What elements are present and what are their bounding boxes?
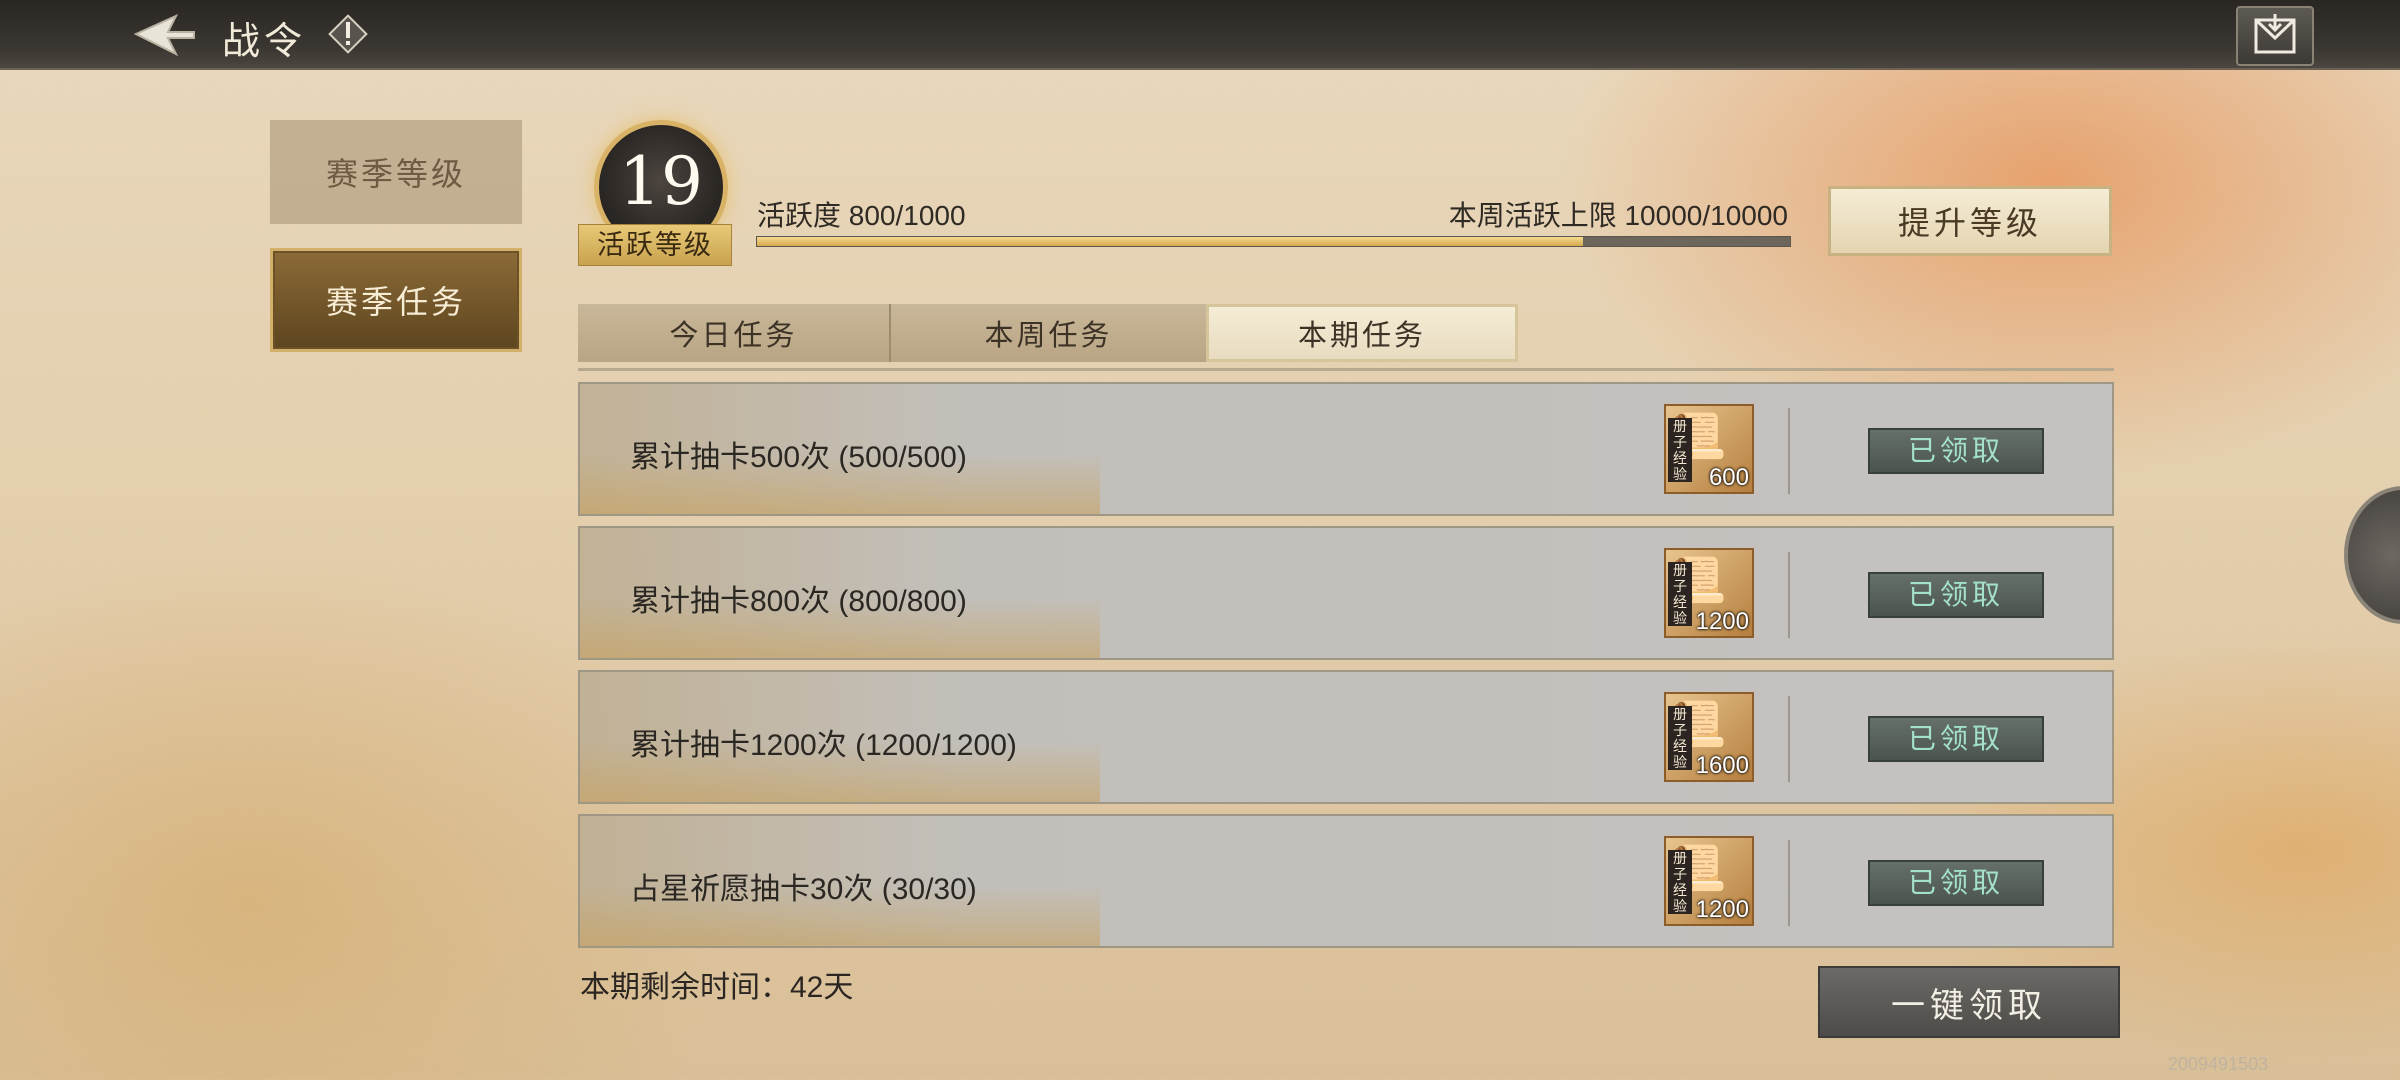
reward-item[interactable]: 📜 册子经验 1200 <box>1664 836 1754 926</box>
back-arrow-icon <box>133 13 195 57</box>
tab-period[interactable]: 本期任务 <box>1206 304 1518 362</box>
task-name: 累计抽卡500次 (500/500) <box>630 441 967 474</box>
task-name: 占星祈愿抽卡30次 (30/30) <box>630 873 977 906</box>
row-divider <box>1788 552 1790 638</box>
remaining-time: 本期剩余时间：42天 <box>580 971 854 1004</box>
tab-daily[interactable]: 今日任务 <box>578 304 891 362</box>
activity-progress-bar <box>756 236 1791 247</box>
task-row: 累计抽卡800次 (800/800) 📜 册子经验 1200 已领取 <box>578 526 2114 660</box>
reward-item[interactable]: 📜 册子经验 1600 <box>1664 692 1754 782</box>
user-id: 2009491503 <box>2168 1054 2269 1074</box>
activity-progress-fill <box>757 237 1584 246</box>
reward-count: 1200 <box>1695 896 1749 923</box>
page-title: 战令 <box>222 21 307 63</box>
reward-count: 1600 <box>1695 752 1749 779</box>
claimed-button[interactable]: 已领取 <box>1868 428 2044 474</box>
mail-button[interactable] <box>2236 6 2314 66</box>
task-row: 占星祈愿抽卡30次 (30/30) 📜 册子经验 1200 已领取 <box>578 814 2114 948</box>
reward-item[interactable]: 📜 册子经验 1200 <box>1664 548 1754 638</box>
mail-icon <box>2254 14 2296 54</box>
activity-value: 活跃度 800/1000 <box>757 200 966 231</box>
task-row: 累计抽卡500次 (500/500) 📜 册子经验 600 已领取 <box>578 382 2114 516</box>
reward-count: 600 <box>1708 464 1749 491</box>
claimed-button[interactable]: 已领取 <box>1868 716 2044 762</box>
task-row: 累计抽卡1200次 (1200/1200) 📜 册子经验 1600 已领取 <box>578 670 2114 804</box>
upgrade-level-button[interactable]: 提升等级 <box>1828 186 2112 256</box>
claimed-button[interactable]: 已领取 <box>1868 572 2044 618</box>
task-name: 累计抽卡1200次 (1200/1200) <box>630 729 1017 762</box>
claim-all-button[interactable]: 一键领取 <box>1818 966 2120 1038</box>
reward-tag: 册子经验 <box>1668 562 1692 626</box>
row-divider <box>1788 840 1790 926</box>
task-name: 累计抽卡800次 (800/800) <box>630 585 967 618</box>
row-divider <box>1788 408 1790 494</box>
level-number: 19 <box>619 143 703 220</box>
reward-tag: 册子经验 <box>1668 706 1692 770</box>
nav-season-level[interactable]: 赛季等级 <box>270 120 522 224</box>
nav-season-tasks[interactable]: 赛季任务 <box>270 248 522 352</box>
reward-count: 1200 <box>1695 608 1749 635</box>
info-button[interactable] <box>326 12 370 56</box>
reward-tag: 册子经验 <box>1668 850 1692 914</box>
weekly-limit: 本周活跃上限 10000/10000 <box>1448 200 1788 231</box>
back-button[interactable] <box>130 8 200 60</box>
tab-weekly[interactable]: 本周任务 <box>891 304 1206 362</box>
claimed-button[interactable]: 已领取 <box>1868 860 2044 906</box>
row-divider <box>1788 696 1790 782</box>
reward-tag: 册子经验 <box>1668 418 1692 482</box>
side-expand-handle[interactable] <box>2344 486 2400 624</box>
info-icon <box>328 14 368 54</box>
task-tabs: 今日任务 本周任务 本期任务 <box>578 304 1518 362</box>
reward-item[interactable]: 📜 册子经验 600 <box>1664 404 1754 494</box>
level-label: 活跃等级 <box>578 224 732 266</box>
tabs-divider <box>578 368 2114 371</box>
top-bar: 战令 <box>0 0 2400 70</box>
